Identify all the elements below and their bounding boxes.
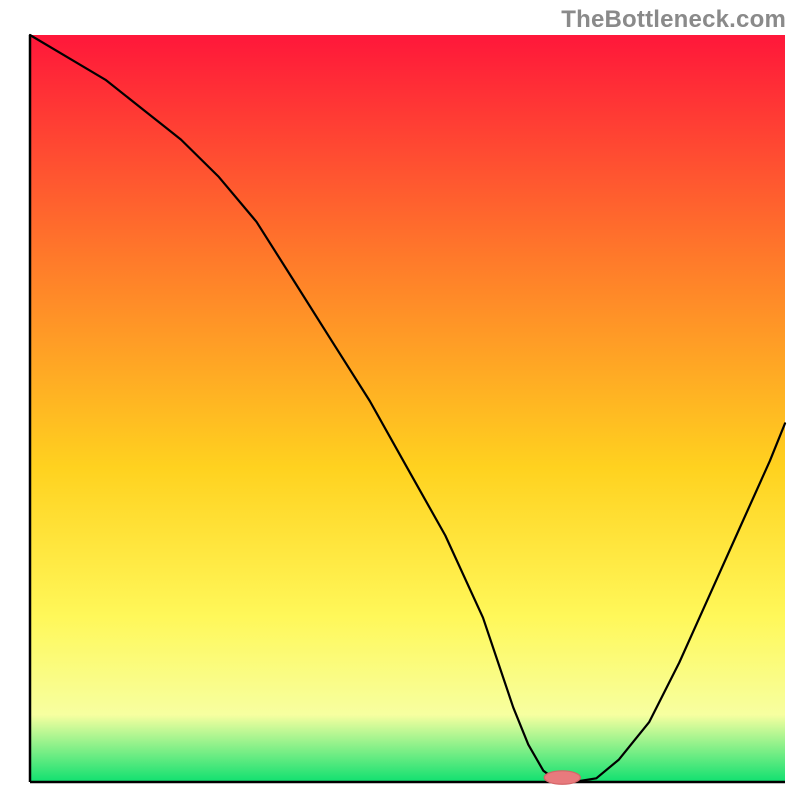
optimal-marker <box>544 771 580 784</box>
bottleneck-chart <box>0 0 800 800</box>
watermark-text: TheBottleneck.com <box>561 6 786 34</box>
chart-frame: { "watermark": "TheBottleneck.com", "col… <box>0 0 800 800</box>
plot-background <box>30 35 785 782</box>
